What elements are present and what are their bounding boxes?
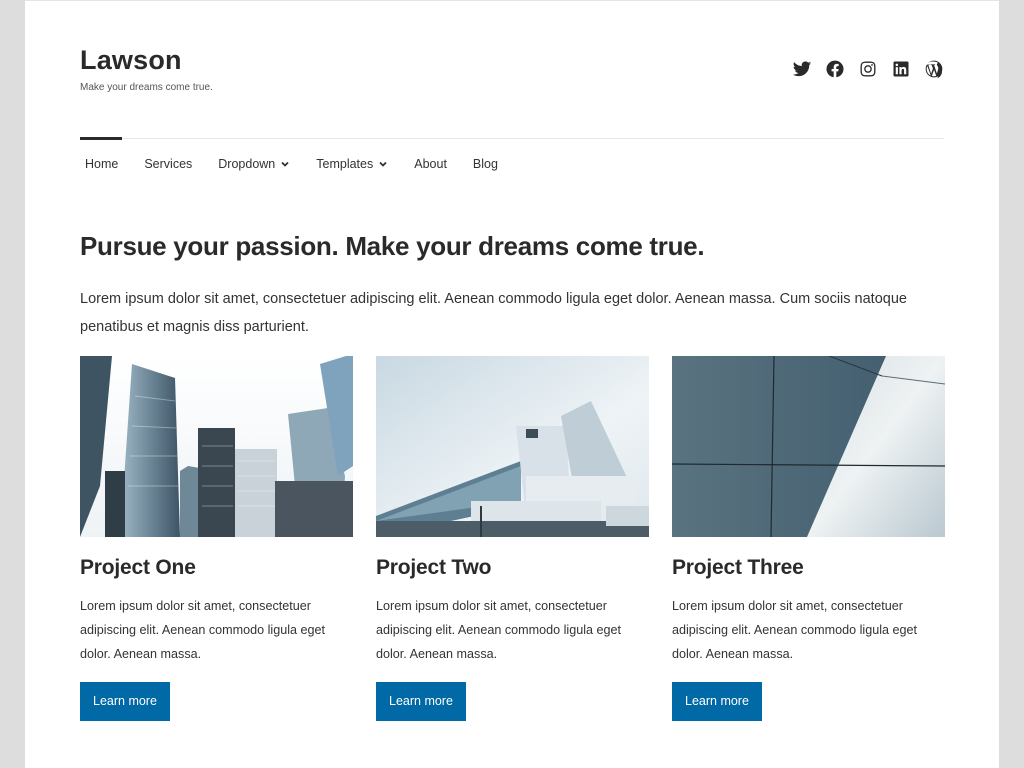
- nav-item-about[interactable]: About: [414, 157, 447, 171]
- nav-divider: [80, 138, 944, 139]
- nav-item-home[interactable]: Home: [85, 157, 118, 171]
- project-card: Project Three Lorem ipsum dolor sit amet…: [672, 356, 945, 721]
- project-text: Lorem ipsum dolor sit amet, consectetuer…: [672, 599, 918, 661]
- nav-item-label: Blog: [472, 157, 498, 171]
- learn-more-button[interactable]: Learn more: [376, 682, 466, 721]
- nav-item-label: Home: [85, 157, 119, 171]
- nav-item-label: Templates: [316, 157, 374, 171]
- social-links: [792, 59, 944, 79]
- project-title: Project Three: [672, 556, 804, 579]
- project-title: Project One: [80, 556, 196, 579]
- nav-item-dropdown[interactable]: Dropdown: [218, 157, 290, 171]
- project-card: Project One Lorem ipsum dolor sit amet, …: [80, 356, 353, 721]
- nav-item-blog[interactable]: Blog: [473, 157, 498, 171]
- site-tagline: Make your dreams come true.: [80, 82, 213, 93]
- chevron-down-icon: [281, 161, 289, 167]
- project-title: Project Two: [376, 556, 492, 579]
- project-text: Lorem ipsum dolor sit amet, consectetuer…: [376, 599, 622, 661]
- main-nav: Home Services Dropdown Templates About B…: [85, 157, 524, 171]
- linkedin-icon[interactable]: [891, 59, 911, 79]
- facade-panels-image: [672, 356, 945, 537]
- learn-more-button[interactable]: Learn more: [80, 682, 170, 721]
- nav-item-label: Dropdown: [218, 157, 276, 171]
- facebook-icon[interactable]: [825, 59, 845, 79]
- site-title[interactable]: Lawson: [80, 45, 182, 76]
- nav-item-services[interactable]: Services: [144, 157, 192, 171]
- modern-building-image: [376, 356, 649, 537]
- twitter-icon[interactable]: [792, 59, 812, 79]
- nav-item-label: About: [414, 157, 447, 171]
- project-card: Project Two Lorem ipsum dolor sit amet, …: [376, 356, 649, 721]
- nav-active-indicator: [80, 137, 122, 140]
- skyscrapers-image: [80, 356, 353, 537]
- hero-title: Pursue your passion. Make your dreams co…: [80, 231, 705, 261]
- project-cards: Project One Lorem ipsum dolor sit amet, …: [80, 356, 945, 721]
- hero-text: Lorem ipsum dolor sit amet, consectetuer…: [80, 291, 907, 335]
- wordpress-icon[interactable]: [924, 59, 944, 79]
- instagram-icon[interactable]: [858, 59, 878, 79]
- nav-item-label: Services: [144, 157, 193, 171]
- page-container: Lawson Make your dreams come true. Home …: [25, 0, 999, 768]
- project-text: Lorem ipsum dolor sit amet, consectetuer…: [80, 599, 326, 661]
- chevron-down-icon: [379, 161, 387, 167]
- nav-item-templates[interactable]: Templates: [316, 157, 388, 171]
- learn-more-button[interactable]: Learn more: [672, 682, 762, 721]
